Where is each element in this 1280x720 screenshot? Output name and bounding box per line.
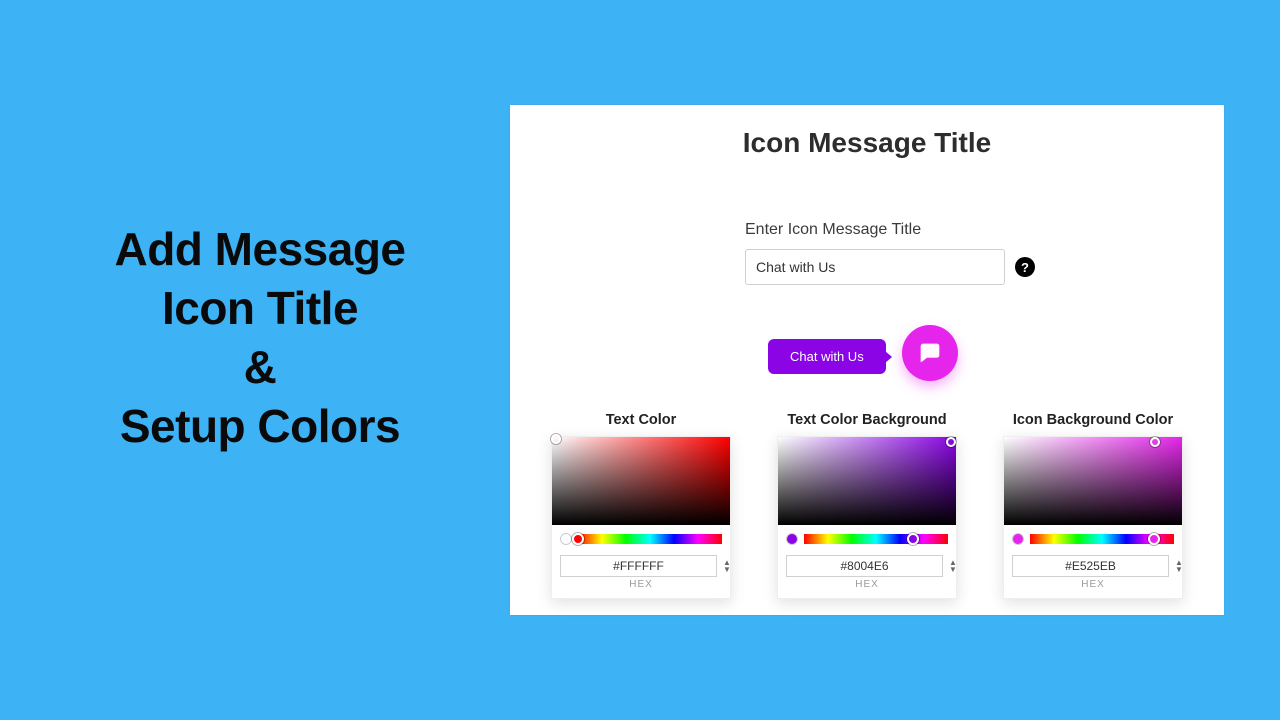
picker-title: Text Color Background <box>777 412 957 428</box>
chevron-down-icon[interactable]: ▼ <box>949 566 957 573</box>
picker-title: Icon Background Color <box>1003 412 1183 428</box>
title-field-label: Enter Icon Message Title <box>745 221 1035 239</box>
color-picker-1: Text Color Background ▲ ▼ <box>777 412 957 599</box>
hue-slider[interactable] <box>1030 534 1174 544</box>
hero-text: Add Message Icon Title & Setup Colors <box>60 220 460 456</box>
color-pickers-row: Text Color ▲ ▼ HEX <box>510 412 1224 599</box>
panel-title: Icon Message Title <box>510 127 1224 159</box>
chat-pill: Chat with Us <box>768 339 886 374</box>
picker-card: ▲ ▼ HEX <box>551 436 731 599</box>
sv-cursor[interactable] <box>1150 437 1160 447</box>
hue-slider[interactable] <box>578 534 722 544</box>
saturation-value-area[interactable] <box>552 437 730 525</box>
saturation-value-area[interactable] <box>778 437 956 525</box>
title-input[interactable] <box>745 249 1005 285</box>
hero-line-2: Icon Title <box>60 279 460 338</box>
hero-line-4: Setup Colors <box>60 397 460 456</box>
format-label: HEX <box>778 579 956 598</box>
color-picker-2: Icon Background Color ▲ ▼ <box>1003 412 1183 599</box>
title-field-group: Enter Icon Message Title ? <box>745 221 1035 285</box>
current-swatch <box>1012 533 1024 545</box>
chevron-down-icon[interactable]: ▼ <box>1175 566 1183 573</box>
picker-card: ▲ ▼ HEX <box>1003 436 1183 599</box>
settings-panel: Icon Message Title Enter Icon Message Ti… <box>510 105 1224 615</box>
format-stepper[interactable]: ▲ ▼ <box>949 559 957 573</box>
current-swatch <box>786 533 798 545</box>
hue-cursor[interactable] <box>1148 533 1160 545</box>
format-stepper[interactable]: ▲ ▼ <box>1175 559 1183 573</box>
hue-cursor[interactable] <box>907 533 919 545</box>
hue-cursor[interactable] <box>572 533 584 545</box>
sv-cursor[interactable] <box>551 434 561 444</box>
picker-card: ▲ ▼ HEX <box>777 436 957 599</box>
help-icon[interactable]: ? <box>1015 257 1035 277</box>
picker-title: Text Color <box>551 412 731 428</box>
current-swatch <box>560 533 572 545</box>
sv-cursor[interactable] <box>946 437 956 447</box>
format-stepper[interactable]: ▲ ▼ <box>723 559 731 573</box>
chat-preview: Chat with Us <box>768 325 968 387</box>
hero-line-3: & <box>60 338 460 397</box>
hex-input[interactable] <box>1012 555 1169 577</box>
saturation-value-area[interactable] <box>1004 437 1182 525</box>
hex-input[interactable] <box>560 555 717 577</box>
hex-input[interactable] <box>786 555 943 577</box>
format-label: HEX <box>552 579 730 598</box>
color-picker-0: Text Color ▲ ▼ HEX <box>551 412 731 599</box>
hero-line-1: Add Message <box>60 220 460 279</box>
chevron-down-icon[interactable]: ▼ <box>723 566 731 573</box>
format-label: HEX <box>1004 579 1182 598</box>
chat-bubble-icon[interactable] <box>902 325 958 381</box>
hue-slider[interactable] <box>804 534 948 544</box>
